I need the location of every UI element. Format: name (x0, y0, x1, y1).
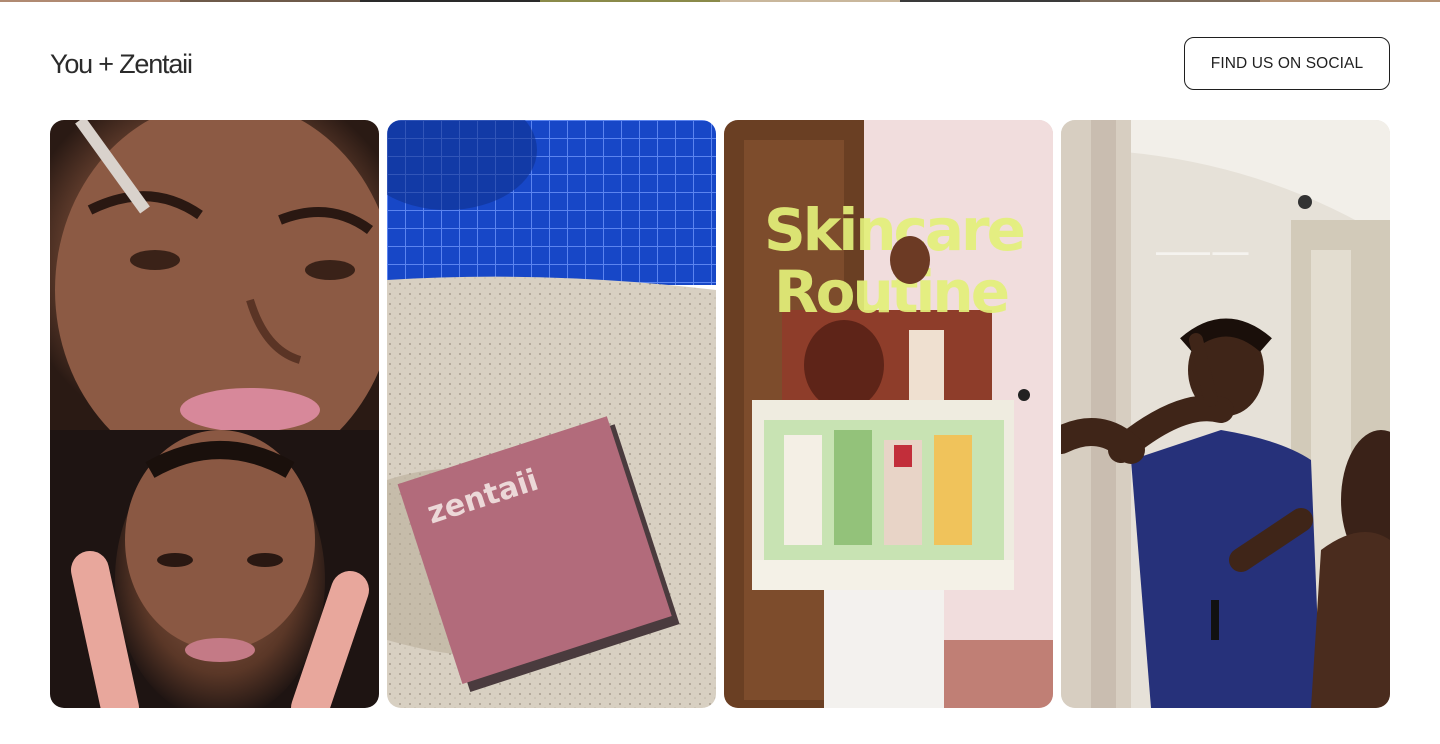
skincare-video-thumbnail: Skincare Routine (724, 120, 1053, 708)
gallery-tile-product[interactable]: zentaii (387, 120, 716, 708)
overlay-text-line2: Routine (774, 258, 1008, 326)
section-title: You + Zentaii (50, 49, 193, 79)
product-photo-thumbnail: zentaii (387, 120, 716, 708)
top-strip-segment (360, 0, 540, 2)
svg-text:▬▬▬▬▬▬ ▬▬▬▬: ▬▬▬▬▬▬ ▬▬▬▬ (1156, 247, 1249, 257)
serum-video-thumbnail: ▬▬▬▬▬▬ ▬▬▬▬ (1061, 120, 1390, 708)
selfie-video-thumbnail (50, 120, 379, 708)
top-strip-segment (900, 0, 1080, 2)
top-strip-segment (180, 0, 360, 2)
top-strip-segment (1260, 0, 1440, 2)
gallery-tile-selfie[interactable] (50, 120, 379, 708)
top-strip-segment (720, 0, 900, 2)
gallery-tile-serum[interactable]: ▬▬▬▬▬▬ ▬▬▬▬ (1061, 120, 1390, 708)
social-gallery: zentaii Skincare Routine ▬▬▬▬▬▬ ▬▬▬▬ (50, 120, 1390, 708)
top-strip-segment (1080, 0, 1260, 2)
find-us-on-social-button[interactable]: FIND US ON SOCIAL (1184, 37, 1390, 90)
top-strip-segment (540, 0, 720, 2)
section-header: You + Zentaii FIND US ON SOCIAL (50, 37, 1390, 90)
gallery-tile-skincare-box[interactable]: Skincare Routine (724, 120, 1053, 708)
top-image-strip (0, 0, 1440, 2)
top-strip-segment (0, 0, 180, 2)
